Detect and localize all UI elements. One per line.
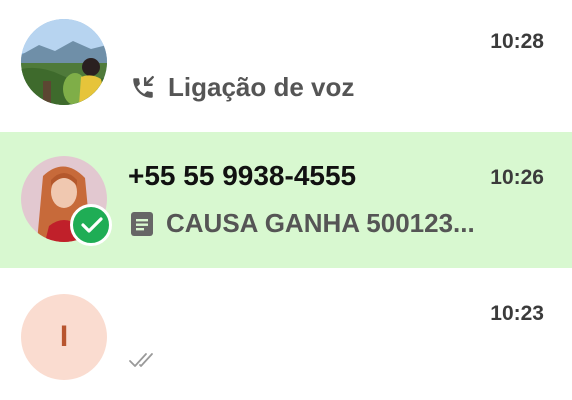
chat-preview: Ligação de voz xyxy=(130,72,354,103)
chat-time: 10:23 xyxy=(490,302,544,325)
chat-row-initial[interactable]: I 10:23 xyxy=(0,268,572,400)
document-icon xyxy=(130,211,154,237)
contact-avatar[interactable] xyxy=(21,156,112,246)
missed-voice-call-icon xyxy=(130,75,156,101)
chat-time: 10:26 xyxy=(490,166,544,189)
chat-preview: CAUSA GANHA 500123... xyxy=(130,208,475,239)
chat-list: 10:28 Ligação de voz 10:26 CAUSA GANHA 5… xyxy=(0,0,572,400)
double-check-icon xyxy=(128,350,158,375)
initial-avatar[interactable]: I xyxy=(21,294,107,380)
contact-avatar[interactable] xyxy=(21,19,107,105)
chat-row-voice-call[interactable]: 10:28 Ligação de voz xyxy=(0,0,572,132)
chat-time: 10:28 xyxy=(490,30,544,53)
preview-text: Ligação de voz xyxy=(168,72,355,102)
contact-name: +55 55 9938-4555 xyxy=(128,160,357,191)
chat-row-selected[interactable]: 10:26 CAUSA GANHA 500123... xyxy=(0,132,572,268)
verified-check-icon xyxy=(70,204,112,246)
avatar-initial: I xyxy=(59,320,69,353)
landscape-photo xyxy=(21,19,107,105)
preview-text: CAUSA GANHA 500123... xyxy=(166,208,475,238)
